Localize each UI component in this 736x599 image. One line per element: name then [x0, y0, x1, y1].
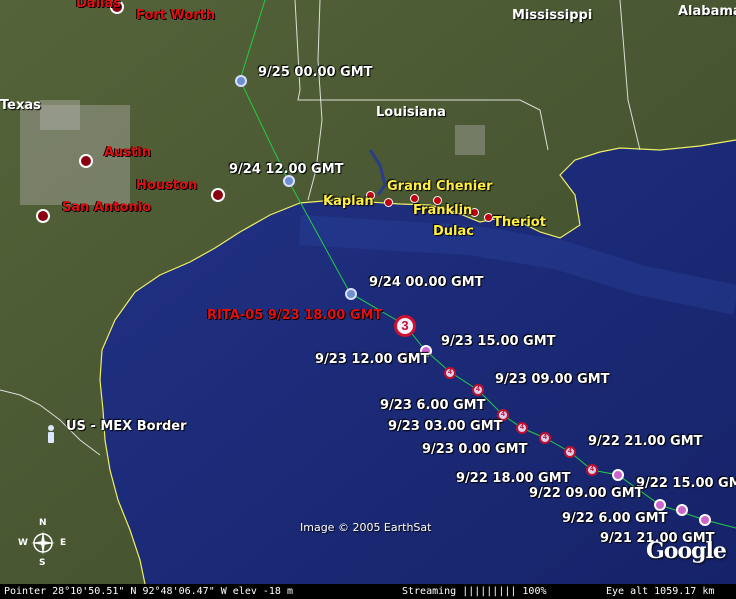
track-point-category: 4: [448, 369, 452, 376]
track-point-0923-03[interactable]: 4: [516, 422, 528, 434]
city-label-san-antonio: San Antonio: [62, 200, 152, 215]
track-label-0922-15: 9/22 15.00 GMT: [636, 476, 736, 491]
current-storm-category: 3: [401, 318, 409, 333]
town-marker-kaplan[interactable]: [384, 198, 393, 207]
track-point-0924-00[interactable]: [345, 288, 357, 300]
compass-rose[interactable]: N W E S: [18, 518, 66, 568]
track-point-category: 4: [476, 386, 480, 393]
track-label-0922-18: 9/22 18.00 GMT: [456, 471, 571, 486]
state-label-texas: Texas: [0, 98, 41, 113]
track-point-0923-12[interactable]: 4: [444, 367, 456, 379]
city-label-houston: Houston: [136, 178, 198, 193]
city-marker-austin[interactable]: [79, 154, 93, 168]
compass-icon: [31, 531, 55, 555]
compass-south: S: [39, 558, 46, 568]
track-label-0923-03: 9/23 03.00 GMT: [388, 419, 503, 434]
current-storm-label: RITA-05 9/23 18.00 GMT: [207, 308, 383, 323]
track-point-0922-21[interactable]: 4: [564, 446, 576, 458]
track-point-0922-06[interactable]: [676, 504, 688, 516]
track-label-0922-06: 9/22 6.00 GMT: [562, 511, 668, 526]
status-bar: Pointer 28°10'50.51" N 92°48'06.47" W el…: [0, 584, 736, 599]
track-point-0922-09[interactable]: [654, 499, 666, 511]
compass-east: E: [60, 538, 67, 548]
track-label-0923-09: 9/23 09.00 GMT: [495, 372, 610, 387]
track-point-category: 4: [520, 424, 524, 431]
state-label-alabama: Alabama: [678, 4, 736, 19]
city-label-dallas: Dallas: [76, 0, 121, 11]
track-label-0923-00: 9/23 0.00 GMT: [422, 442, 528, 457]
track-point-category: 4: [543, 434, 547, 441]
streaming-status: Streaming ||||||||| 100%: [402, 586, 547, 597]
compass-west: W: [18, 538, 28, 548]
city-marker-houston[interactable]: [211, 188, 225, 202]
town-label-grand-chenier: Grand Chenier: [387, 179, 493, 194]
imagery-credit: Image © 2005 EarthSat: [300, 521, 432, 534]
track-label-0923-06: 9/23 6.00 GMT: [380, 398, 486, 413]
terrain-patch: [40, 100, 80, 130]
town-marker-grand-chenier[interactable]: [410, 194, 419, 203]
town-label-dulac: Dulac: [433, 224, 474, 239]
town-label-kaplan: Kaplan: [323, 194, 374, 209]
track-label-0923-15: 9/23 15.00 GMT: [441, 334, 556, 349]
current-storm-marker[interactable]: 3: [394, 315, 416, 337]
track-point-category: 4: [501, 411, 505, 418]
terrain-patch: [455, 125, 485, 155]
track-point-0922-18[interactable]: 4: [586, 464, 598, 476]
eye-altitude: Eye alt 1059.17 km: [606, 586, 715, 597]
google-logo: Google: [646, 538, 727, 564]
track-label-0922-21: 9/22 21.00 GMT: [588, 434, 703, 449]
border-label-us-mex: US - MEX Border: [66, 419, 187, 434]
track-point-0921-21[interactable]: [699, 514, 711, 526]
track-label-0925-00: 9/25 00.00 GMT: [258, 65, 373, 80]
town-label-franklin: Franklin: [413, 203, 473, 218]
town-label-theriot: Theriot: [493, 215, 546, 230]
city-marker-san-antonio[interactable]: [36, 209, 50, 223]
city-label-austin: Austin: [104, 145, 151, 160]
compass-north: N: [39, 518, 47, 528]
town-marker-theriot[interactable]: [484, 213, 493, 222]
track-point-0923-00[interactable]: 4: [539, 432, 551, 444]
track-point-category: 4: [590, 466, 594, 473]
map-view[interactable]: Mississippi Alabama Louisiana Texas Dall…: [0, 0, 736, 599]
track-label-0924-12: 9/24 12.00 GMT: [229, 162, 344, 177]
track-point-0925-00[interactable]: [235, 75, 247, 87]
track-point-0923-09[interactable]: 4: [472, 384, 484, 396]
track-point-category: 4: [568, 448, 572, 455]
track-label-0923-12: 9/23 12.00 GMT: [315, 352, 430, 367]
state-label-mississippi: Mississippi: [512, 8, 593, 23]
info-icon[interactable]: [45, 424, 57, 444]
pointer-readout: Pointer 28°10'50.51" N 92°48'06.47" W el…: [4, 586, 293, 597]
track-label-0922-09: 9/22 09.00 GMT: [529, 486, 644, 501]
state-label-louisiana: Louisiana: [376, 105, 446, 120]
track-point-0922-15[interactable]: [612, 469, 624, 481]
track-label-0924-00: 9/24 00.00 GMT: [369, 275, 484, 290]
city-label-fort-worth: Fort Worth: [136, 8, 216, 23]
